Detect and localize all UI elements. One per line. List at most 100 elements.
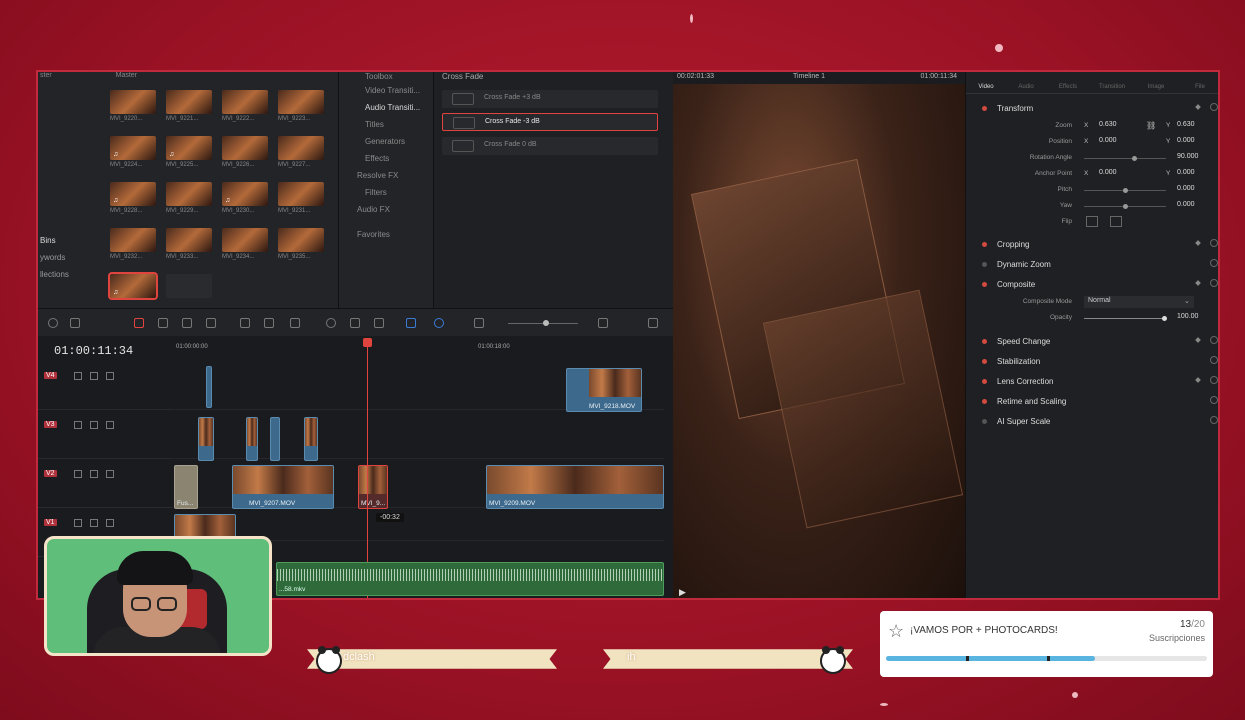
fx-effects[interactable]: Effects [365,154,389,163]
clip-thumbnail[interactable]: ♫ MVI_9224... [110,136,156,174]
yaw-slider-knob[interactable] [1123,204,1128,209]
lock-icon[interactable] [74,519,82,527]
settings-icon[interactable] [70,318,80,328]
layout-icon[interactable] [48,318,58,328]
enable-toggle[interactable] [982,262,987,267]
clip-thumbnail[interactable]: MVI_9235... [278,228,324,266]
track-header-v4[interactable]: V4 [38,364,173,410]
lock-icon[interactable] [74,372,82,380]
reset-icon[interactable] [1210,396,1218,404]
tab-image[interactable]: Image [1136,84,1176,90]
fx-item[interactable]: Cross Fade 0 dB [442,137,658,155]
reset-icon[interactable] [1210,279,1218,287]
section-composite[interactable]: Composite [966,276,1218,294]
enable-toggle[interactable] [982,339,987,344]
section-dynamic-zoom[interactable]: Dynamic Zoom [966,256,1218,274]
fx-audio-fx[interactable]: Audio FX [357,205,390,214]
marker-icon[interactable] [434,318,444,328]
section-ai-super-scale[interactable]: AI Super Scale [966,413,1218,431]
position-x-field[interactable]: 0.000 [1096,137,1140,148]
section-speed-change[interactable]: Speed Change [966,333,1218,351]
replace-clip-icon[interactable] [290,318,300,328]
section-stabilization[interactable]: Stabilization [966,353,1218,371]
fx-generators[interactable]: Generators [365,137,405,146]
clip-thumbnail[interactable]: MVI_9220... [110,90,156,128]
zoom-x-field[interactable]: 0.630 [1096,121,1140,132]
section-cropping[interactable]: Cropping [966,236,1218,254]
clip-thumbnail[interactable]: ♫ MVI_9225... [166,136,212,174]
opacity-slider[interactable] [1084,318,1166,319]
pitch-slider-knob[interactable] [1123,188,1128,193]
composite-mode-select[interactable]: Normal [1084,296,1194,308]
bin-item[interactable]: Bins [40,232,106,249]
auto-select-icon[interactable] [90,519,98,527]
tab-file[interactable]: File [1180,84,1218,90]
auto-select-icon[interactable] [90,372,98,380]
trim-tool-icon[interactable] [158,318,168,328]
clip-thumbnail[interactable]: ♫ MVI_9230... [222,182,268,220]
clip-thumbnail[interactable]: MVI_9232... [110,228,156,266]
timeline-clip[interactable]: MVI_9209.MOV [486,465,664,509]
enable-toggle[interactable] [982,106,987,111]
reset-icon[interactable] [1210,356,1218,364]
rotation-slider[interactable] [1084,158,1166,159]
clip-thumbnail[interactable]: MVI_9226... [222,136,268,174]
visibility-icon[interactable] [106,372,114,380]
zoom-icon[interactable] [474,318,484,328]
anchor-x-field[interactable]: 0.000 [1096,169,1140,180]
play-icon[interactable]: ▶ [679,587,686,598]
keyframe-icon[interactable] [1195,104,1201,110]
visibility-icon[interactable] [106,470,114,478]
link-icon[interactable] [350,318,360,328]
bin-item[interactable]: llections [40,266,106,283]
enable-toggle[interactable] [982,419,987,424]
playhead-handle[interactable] [363,338,372,347]
zoom-slider-knob[interactable] [543,320,549,326]
opacity-slider-knob[interactable] [1162,316,1167,321]
flip-horizontal-icon[interactable] [1086,216,1098,227]
section-retime-scaling[interactable]: Retime and Scaling [966,393,1218,411]
clip-thumbnail[interactable]: MVI_9227... [278,136,324,174]
reset-icon[interactable] [1210,239,1218,247]
clip-thumbnail[interactable]: MVI_9221... [166,90,212,128]
link-icon[interactable]: ⛓ [1146,121,1156,130]
lock-icon[interactable] [374,318,384,328]
visibility-icon[interactable] [106,519,114,527]
overwrite-clip-icon[interactable] [264,318,274,328]
keyframe-icon[interactable] [1195,337,1201,343]
fx-video-transitions[interactable]: Video Transiti... [365,86,420,95]
clip-thumbnail[interactable] [166,274,212,312]
auto-select-icon[interactable] [90,421,98,429]
fx-favorites[interactable]: Favorites [357,230,390,239]
yaw-field[interactable]: 0.000 [1174,201,1218,212]
fx-toolbox[interactable]: Toolbox [365,72,393,81]
clip-thumbnail[interactable]: MVI_9229... [166,182,212,220]
rotation-field[interactable]: 90.000 [1174,153,1218,164]
lock-icon[interactable] [74,470,82,478]
audio-clip[interactable]: ...58.mkv [276,562,664,596]
enable-toggle[interactable] [982,282,987,287]
reset-icon[interactable] [1210,376,1218,384]
clip-thumbnail-selected[interactable]: ♫ [108,272,158,312]
selection-tool-icon[interactable] [134,318,144,328]
lock-icon[interactable] [74,421,82,429]
clip-thumbnail[interactable]: MVI_9231... [278,182,324,220]
fx-audio-transitions[interactable]: Audio Transiti... [365,103,420,112]
pitch-field[interactable]: 0.000 [1174,185,1218,196]
timeline-clip[interactable] [198,417,214,461]
volume-icon[interactable] [598,318,608,328]
opacity-field[interactable]: 100.00 [1174,313,1218,324]
section-lens-correction[interactable]: Lens Correction [966,373,1218,391]
flip-vertical-icon[interactable] [1110,216,1122,227]
snapping-icon[interactable] [326,318,336,328]
keyframe-icon[interactable] [1195,240,1201,246]
timeline-clip[interactable] [270,417,280,461]
clip-thumbnail[interactable]: MVI_9223... [278,90,324,128]
fullscreen-icon[interactable] [648,318,658,328]
timeline-clip[interactable]: MVI_9218.MOV [566,368,642,412]
reset-icon[interactable] [1210,259,1218,267]
timeline-clip[interactable] [206,366,212,408]
enable-toggle[interactable] [982,379,987,384]
blade-tool-icon[interactable] [182,318,192,328]
keyframe-icon[interactable] [1195,377,1201,383]
